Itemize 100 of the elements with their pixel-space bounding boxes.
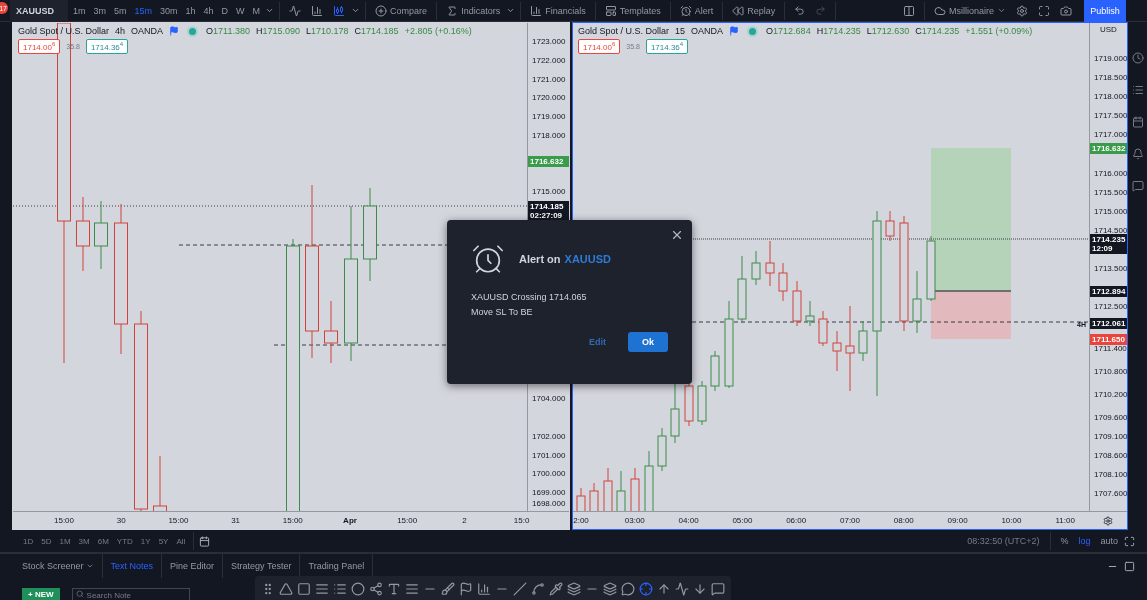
toolbar-button[interactable]: Templates [600, 0, 665, 22]
line-chart-icon[interactable] [289, 4, 302, 17]
lines-icon[interactable] [405, 582, 419, 596]
clock-icon[interactable] [1131, 52, 1144, 64]
layout-name-button[interactable]: Msillionaire [930, 0, 1010, 22]
ohlc-value: O1712.684 [766, 26, 811, 36]
list-icon[interactable] [333, 582, 347, 596]
settings-icon[interactable] [1103, 515, 1113, 526]
scale-option[interactable]: log [1074, 536, 1095, 546]
panel-tab[interactable]: Pine Editor [162, 554, 224, 578]
bar-chart-icon[interactable] [530, 4, 543, 17]
flag-icon[interactable] [459, 582, 473, 596]
caret-icon[interactable] [351, 6, 361, 15]
layers-icon[interactable] [567, 582, 581, 596]
interval-button[interactable]: 4h [200, 5, 217, 16]
toolbar-button[interactable]: Compare [371, 0, 432, 22]
maximize-icon[interactable] [1124, 560, 1135, 572]
chat-icon[interactable] [1131, 180, 1144, 192]
bar-chart-icon[interactable] [311, 4, 324, 17]
layers-icon[interactable] [603, 582, 617, 596]
camera-icon[interactable] [1060, 4, 1072, 17]
zigzag-icon[interactable] [675, 582, 689, 596]
search-field[interactable]: Search Note [71, 588, 190, 600]
publish-button[interactable]: Publish [1084, 0, 1126, 22]
alarm-clock-icon[interactable] [679, 4, 692, 17]
range-button[interactable]: 3M [75, 536, 93, 546]
plus-circle-icon[interactable] [375, 4, 388, 17]
text-icon[interactable] [387, 582, 401, 596]
candlestick-icon[interactable] [333, 4, 346, 17]
position-drawing[interactable] [930, 148, 1012, 339]
pipette-icon[interactable] [549, 582, 563, 596]
settings-icon[interactable] [1016, 4, 1028, 17]
time-tick: 2:00 [573, 516, 589, 525]
range-button[interactable]: All [173, 536, 189, 546]
lines-icon[interactable] [315, 582, 329, 596]
scale-option[interactable]: % [1056, 536, 1073, 546]
square-icon[interactable] [297, 582, 311, 596]
buy-button[interactable]: 1714.36$^{4}$ [645, 39, 689, 54]
range-button[interactable]: 5Y [155, 536, 172, 546]
interval-button[interactable]: D [218, 5, 232, 16]
alert-message: XAUUSD Crossing 1714.065 [471, 291, 588, 304]
circle-icon[interactable] [351, 582, 365, 596]
panel-tab[interactable]: Stock Screener [14, 554, 103, 578]
cloud-icon[interactable] [934, 4, 946, 17]
ok-button[interactable]: Ok [628, 332, 668, 352]
rewind-icon[interactable] [732, 4, 745, 17]
sell-button[interactable]: 1714.00$^{6}$ [18, 39, 61, 54]
interval-button[interactable]: 30m [157, 5, 181, 16]
undo-icon[interactable] [794, 5, 806, 16]
toolbar-button[interactable]: Alert [675, 0, 718, 22]
price-tick: 1709.100 [1094, 431, 1128, 441]
brush-icon[interactable] [441, 582, 455, 596]
nodes-icon[interactable] [369, 582, 383, 596]
interval-button[interactable]: W [233, 5, 248, 16]
price-tick: 1708.100 [1094, 469, 1128, 479]
bars-icon[interactable] [477, 582, 491, 596]
caret-icon[interactable] [506, 6, 516, 15]
speech-bubble-icon[interactable] [621, 582, 635, 596]
calendar-icon[interactable] [1131, 116, 1144, 128]
crosshair-icon[interactable] [639, 582, 653, 596]
line-icon[interactable] [513, 582, 527, 596]
comment-icon[interactable] [711, 582, 725, 596]
columns-icon[interactable] [903, 4, 915, 17]
buy-button[interactable]: 1714.36$^{4}$ [85, 39, 129, 54]
sell-button[interactable]: 1714.00$^{6}$ [578, 39, 621, 54]
caret-icon[interactable] [265, 6, 275, 15]
new-note-button[interactable]: + NEW [22, 588, 60, 600]
triangle-icon[interactable] [279, 582, 293, 596]
interval-button[interactable]: 15m [131, 5, 156, 16]
scale-option[interactable]: auto [1096, 536, 1122, 546]
calendar-icon[interactable] [199, 535, 211, 547]
fullscreen-icon[interactable] [1124, 535, 1135, 547]
range-button[interactable]: 1M [56, 536, 74, 546]
toolbar-button[interactable]: Replay [728, 0, 780, 22]
interval-button[interactable]: 3m [90, 5, 110, 16]
range-button[interactable]: YTD [113, 536, 136, 546]
bell-icon[interactable] [1131, 148, 1144, 160]
range-button[interactable]: 1D [20, 536, 37, 546]
arrow-down-icon[interactable] [693, 582, 707, 596]
toolbar-button[interactable]: Indicators [442, 0, 505, 22]
toolbar-button[interactable]: Financials [526, 0, 590, 22]
caret-icon[interactable] [997, 6, 1006, 15]
interval-button[interactable]: 1m [70, 5, 89, 16]
range-button[interactable]: 1Y [137, 536, 154, 546]
time-tick: 11:00 [1055, 516, 1075, 525]
list-icon[interactable] [1131, 84, 1144, 96]
panel-tab[interactable]: Text Notes [102, 554, 163, 578]
curve-icon[interactable] [531, 582, 545, 596]
sigma-icon[interactable] [446, 4, 459, 17]
symbol-search[interactable]: XAUUSD [10, 0, 68, 22]
range-button[interactable]: 5D [38, 536, 55, 546]
caret-icon[interactable] [85, 562, 94, 570]
range-button[interactable]: 6M [94, 536, 112, 546]
interval-button[interactable]: 1h [182, 5, 199, 16]
fullscreen-icon[interactable] [1038, 4, 1050, 17]
interval-button[interactable]: 5m [111, 5, 130, 16]
template-icon[interactable] [604, 4, 617, 17]
close-button[interactable] [670, 228, 684, 242]
interval-button[interactable]: M [249, 5, 264, 16]
candle [858, 320, 868, 362]
